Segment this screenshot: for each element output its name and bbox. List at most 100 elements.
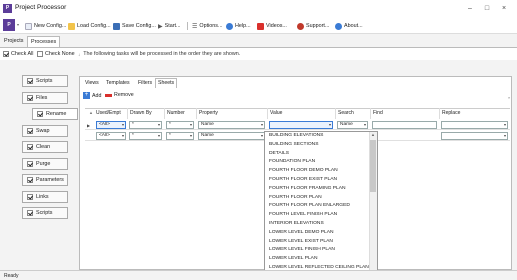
find-field[interactable]	[372, 121, 437, 129]
column-header-number[interactable]: Number	[167, 110, 185, 116]
value-dropdown-list[interactable]: BUILDING ELEVATIONS BUILDING SECTIONS DETA…	[264, 131, 378, 280]
tab-sheets[interactable]: Sheets	[155, 78, 178, 88]
status-bar: Ready	[0, 270, 517, 280]
dropdown-scrollbar[interactable]: ▲	[369, 132, 377, 279]
used-select[interactable]: <All> ▾	[96, 132, 126, 140]
new-config-button[interactable]: New Config...	[25, 21, 66, 31]
column-header-find[interactable]: Find	[373, 110, 383, 116]
start-button[interactable]: ▶ Start...	[158, 21, 181, 31]
about-button[interactable]: About...	[335, 21, 363, 31]
tab-processes[interactable]: Processes	[27, 36, 61, 47]
dropdown-option[interactable]: INTERIOR ELEVATIONS	[265, 220, 369, 229]
value-combobox[interactable]: ▾	[269, 121, 333, 129]
process-item-clean[interactable]: Clean	[22, 141, 68, 153]
cell-value: *	[169, 122, 171, 127]
close-button[interactable]: ×	[497, 3, 511, 14]
drawn-by-select[interactable]: * ▾	[129, 121, 162, 129]
process-checkbox[interactable]	[27, 210, 33, 216]
process-item-scripts-2[interactable]: Scripts	[22, 207, 68, 219]
save-config-button[interactable]: Save Config...	[113, 21, 156, 31]
process-item-links[interactable]: Links	[22, 191, 68, 203]
add-button[interactable]: + Add	[83, 92, 101, 99]
property-select[interactable]: Name ▾	[198, 121, 265, 129]
scrollbar-thumb[interactable]	[370, 140, 376, 192]
chevron-down-icon: ▾	[121, 133, 124, 138]
dropdown-option[interactable]: DETAILS	[265, 150, 369, 159]
chevron-down-icon[interactable]: ▾	[17, 22, 19, 27]
process-checkbox[interactable]	[27, 95, 33, 101]
check-none-button[interactable]: Check None	[37, 51, 75, 57]
check-all-checkbox[interactable]	[3, 51, 9, 57]
collapse-icon[interactable]: »	[508, 95, 510, 100]
column-header-replace[interactable]: Replace	[442, 110, 460, 116]
search-select[interactable]: Name ▾	[337, 121, 368, 129]
chevron-down-icon: ▾	[189, 122, 192, 127]
videos-button[interactable]: Videos...	[257, 21, 287, 31]
dropdown-option[interactable]: FOURTH FLOOR DEMO PLAN	[265, 167, 369, 176]
column-header-used[interactable]: Used/Empt	[96, 110, 121, 116]
number-select[interactable]: * ▾	[166, 132, 194, 140]
column-header-drawn-by[interactable]: Drawn By	[130, 110, 152, 116]
dropdown-option[interactable]: BUILDING ELEVATIONS	[265, 132, 369, 141]
dropdown-option[interactable]: FOURTH FLOOR FRAMING PLAN	[265, 185, 369, 194]
dropdown-option[interactable]: FOURTH FLOOR PLAN ENLARGED	[265, 202, 369, 211]
save-config-label: Save Config...	[122, 23, 156, 29]
process-item-scripts[interactable]: Scripts	[22, 75, 68, 87]
tab-views[interactable]: Views	[82, 78, 102, 88]
remove-button[interactable]: Remove	[105, 92, 134, 98]
process-item-files[interactable]: Files	[22, 92, 68, 104]
dropdown-option[interactable]: FOURTH FLOOR EXIST PLAN	[265, 176, 369, 185]
number-select[interactable]: * ▾	[166, 121, 194, 129]
options-button[interactable]: ☰ Options...	[192, 21, 222, 31]
tab-filters[interactable]: Filters	[135, 78, 155, 88]
process-item-rename[interactable]: Rename	[32, 108, 78, 120]
support-button[interactable]: Support...	[297, 21, 329, 31]
process-item-swap[interactable]: Swap	[22, 125, 68, 137]
drawn-by-select[interactable]: * ▾	[129, 132, 162, 140]
folder-icon	[68, 22, 75, 30]
maximize-button[interactable]: □	[480, 3, 494, 14]
column-header-value[interactable]: Value	[270, 110, 282, 116]
process-checkbox[interactable]	[27, 144, 33, 150]
dropdown-option[interactable]: LOWER LEVEL PLAN	[265, 255, 369, 264]
process-checkbox[interactable]	[27, 194, 33, 200]
check-all-label: Check All	[11, 51, 34, 57]
column-divider	[164, 108, 165, 119]
process-checkbox[interactable]	[27, 128, 33, 134]
process-list: Scripts Files Rename Swap Clean Purge Pa…	[22, 60, 78, 270]
column-divider	[439, 108, 440, 119]
dropdown-option[interactable]: LOWER LEVEL EXIST PLAN	[265, 238, 369, 247]
process-checkbox[interactable]	[27, 177, 33, 183]
tab-templates[interactable]: Templates	[103, 78, 133, 88]
process-item-purge[interactable]: Purge	[22, 158, 68, 170]
app-menu-icon[interactable]: P	[3, 19, 15, 31]
process-label: Clean	[36, 144, 51, 150]
replace-field[interactable]: ▾	[441, 132, 508, 140]
dropdown-option[interactable]: LOWER LEVEL DEMO PLAN	[265, 229, 369, 238]
replace-field[interactable]: ▾	[441, 121, 508, 129]
info-icon	[335, 22, 342, 30]
dropdown-option[interactable]: FOURTH FLOOR PLAN	[265, 194, 369, 203]
scroll-up-icon[interactable]: ▲	[370, 132, 376, 137]
cell-value: *	[132, 122, 134, 127]
process-label: Links	[36, 194, 49, 200]
tab-projects[interactable]: Projects	[1, 36, 26, 47]
process-item-parameters[interactable]: Parameters	[22, 174, 68, 186]
load-config-button[interactable]: Load Config...	[68, 21, 111, 31]
process-checkbox[interactable]	[27, 78, 33, 84]
dropdown-option[interactable]: FOURTH LEVEL FINISH PLAN	[265, 211, 369, 220]
dropdown-option[interactable]: BUILDING SECTIONS	[265, 141, 369, 150]
minimize-button[interactable]: –	[463, 3, 477, 14]
help-button[interactable]: Help...	[226, 21, 251, 31]
property-select[interactable]: Name ▾	[198, 132, 265, 140]
column-header-search[interactable]: Search	[338, 110, 354, 116]
process-checkbox[interactable]	[27, 161, 33, 167]
column-header-property[interactable]: Property	[199, 110, 218, 116]
dropdown-option[interactable]: LOWER LEVEL FINISH PLAN	[265, 246, 369, 255]
check-none-checkbox[interactable]	[37, 51, 43, 57]
dropdown-option[interactable]: FOUNDATION PLAN	[265, 158, 369, 167]
cell-value: Name	[201, 122, 214, 127]
process-checkbox[interactable]	[37, 111, 43, 117]
check-all-button[interactable]: Check All	[3, 51, 33, 57]
used-select[interactable]: <All> ▾	[96, 121, 126, 129]
